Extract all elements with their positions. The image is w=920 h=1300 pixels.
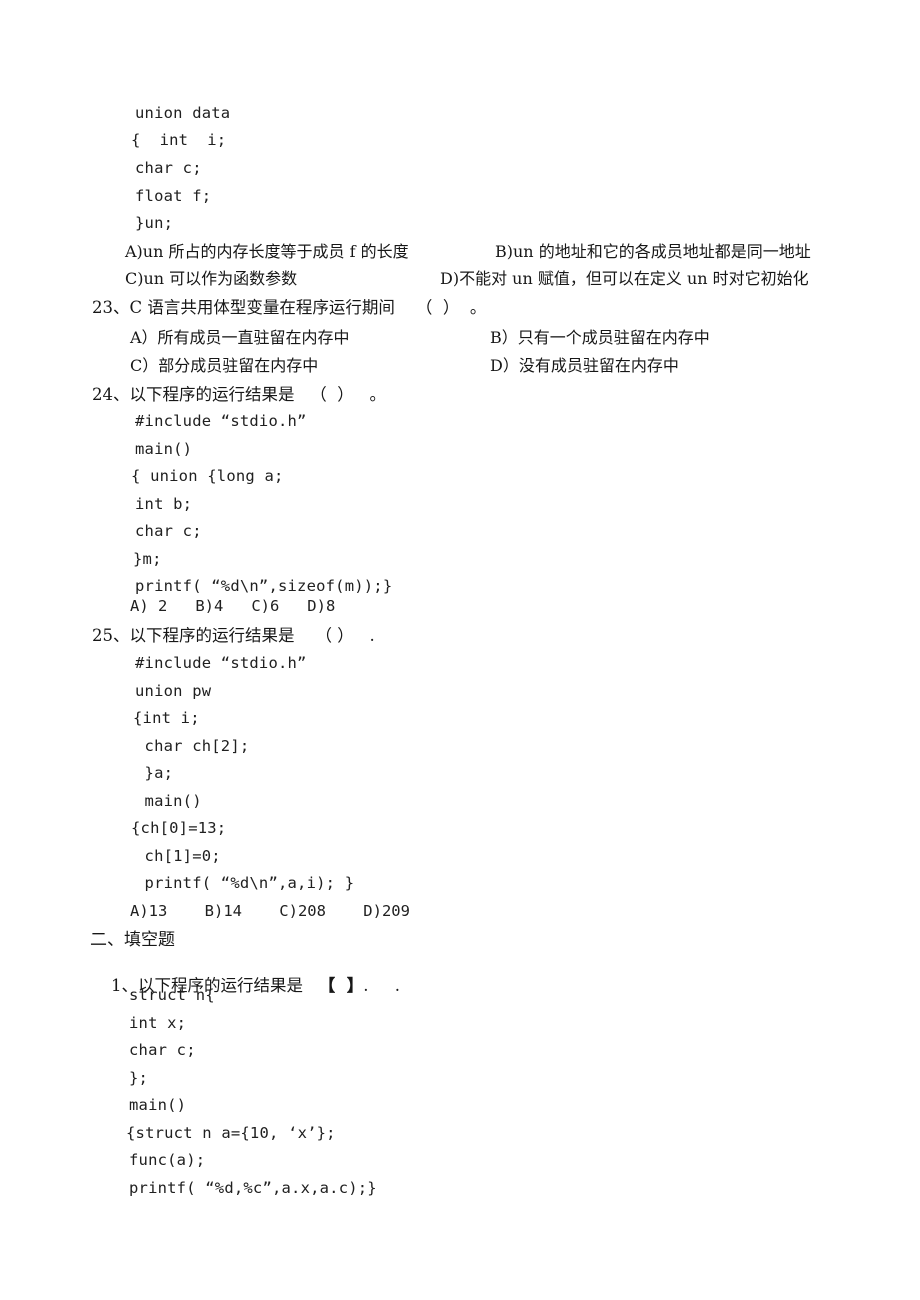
- code-line: ch[1]=0;: [135, 847, 221, 865]
- code-line: { int i;: [131, 131, 227, 149]
- q23-option-c: C）部分成员驻留在内存中: [130, 356, 319, 375]
- code-line: main(): [135, 440, 193, 458]
- code-line: #include “stdio.h”: [135, 412, 307, 430]
- code-line: printf( “%d,%c”,a.x,a.c);}: [129, 1179, 377, 1197]
- code-line: int b;: [135, 495, 193, 513]
- code-line: union data: [135, 104, 231, 122]
- code-line: main(): [129, 1096, 187, 1114]
- code-line: };: [129, 1069, 149, 1087]
- code-line: char ch[2];: [135, 737, 250, 755]
- code-line: }m;: [133, 550, 162, 568]
- code-line: float f;: [135, 187, 212, 205]
- code-line: char c;: [135, 159, 202, 177]
- question-24-stem: 24、以下程序的运行结果是 （ ） 。: [92, 385, 386, 404]
- code-line: }a;: [135, 764, 174, 782]
- document-page: union data { int i; char c; float f; }un…: [0, 0, 920, 1300]
- q23-option-d: D）没有成员驻留在内存中: [490, 356, 679, 375]
- code-line: main(): [135, 792, 202, 810]
- q24-answers: A) 2 B)4 C)6 D)8: [130, 597, 336, 615]
- code-line: char c;: [129, 1041, 196, 1059]
- code-line: #include “stdio.h”: [135, 654, 307, 672]
- code-line: int x;: [129, 1014, 187, 1032]
- q25-answers: A)13 B)14 C)208 D)209: [130, 902, 410, 920]
- code-line: func(a);: [129, 1151, 206, 1169]
- question-25-stem: 25、以下程序的运行结果是 （ ） .: [92, 626, 375, 645]
- code-line: printf( “%d\n”,a,i); }: [135, 874, 355, 892]
- code-line: {int i;: [133, 709, 200, 727]
- code-line: union pw: [135, 682, 212, 700]
- code-line: }un;: [135, 214, 174, 232]
- answer-blank-bracket[interactable]: 【 】: [319, 976, 364, 995]
- question-23-stem: 23、C 语言共用体型变量在程序运行期间 （ ） 。: [92, 298, 487, 317]
- code-line: printf( “%d\n”,sizeof(m));}: [135, 577, 393, 595]
- q22-option-d: D)不能对 un 赋值，但可以在定义 un 时对它初始化: [440, 269, 809, 288]
- section-heading-fill-in-blank: 二、填空题: [90, 930, 175, 950]
- q23-option-b: B）只有一个成员驻留在内存中: [490, 328, 710, 347]
- section2-q1-trailing-dot: .: [394, 975, 400, 995]
- code-line: {struct n a={10, ‘x’};: [126, 1124, 336, 1142]
- q23-option-a: A）所有成员一直驻留在内存中: [130, 328, 350, 347]
- code-line: struct n{: [129, 986, 215, 1004]
- code-line: {ch[0]=13;: [131, 819, 227, 837]
- code-line: char c;: [135, 522, 202, 540]
- q22-option-c: C)un 可以作为函数参数: [125, 269, 298, 288]
- q22-option-b: B)un 的地址和它的各成员地址都是同一地址: [495, 242, 811, 261]
- q22-option-a: A)un 所占的内存长度等于成员 f 的长度: [125, 242, 409, 261]
- code-line: { union {long a;: [131, 467, 284, 485]
